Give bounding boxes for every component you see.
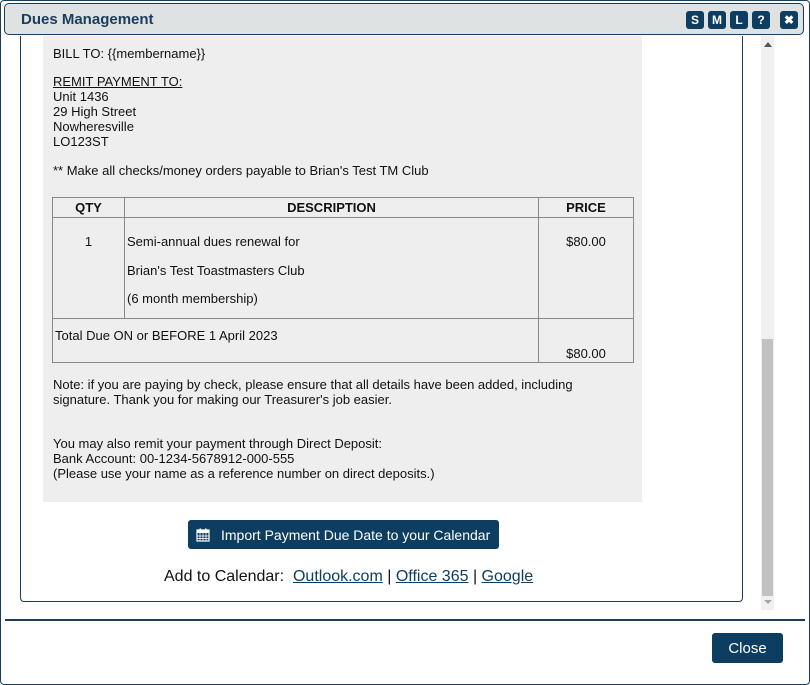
address-line: LO123ST [53, 134, 109, 149]
header-price: PRICE [538, 197, 634, 218]
total-row: Total Due ON or BEFORE 1 April 2023 $80.… [52, 318, 634, 363]
description-line: Semi-annual dues renewal for [127, 234, 300, 249]
scroll-up-arrow-icon[interactable] [764, 42, 772, 47]
payable-note: ** Make all checks/money orders payable … [53, 163, 429, 178]
check-note-line: signature. Thank you for making our Trea… [53, 392, 392, 407]
header-description: DESCRIPTION [124, 197, 539, 218]
row-price: $80.00 [538, 217, 634, 319]
close-button[interactable]: Close [712, 633, 783, 663]
table-header-row: QTY DESCRIPTION PRICE [52, 197, 634, 218]
address-line: Unit 1436 [53, 89, 109, 104]
description-line: Brian's Test Toastmasters Club [127, 262, 305, 278]
address-line: Nowheresville [53, 119, 134, 134]
link-separator: | [472, 568, 478, 585]
size-small-button[interactable]: S [686, 11, 704, 29]
size-medium-button[interactable]: M [708, 11, 726, 29]
link-separator: | [387, 568, 392, 585]
row-description: Semi-annual dues renewal for Brian's Tes… [124, 217, 539, 319]
scrollbar-thumb[interactable] [762, 339, 773, 596]
office365-link[interactable]: Office 365 [396, 568, 469, 585]
close-icon: ✖ [783, 13, 795, 27]
dialog-titlebar[interactable]: Dues Management S M L ? ✖ [4, 3, 804, 35]
check-note-line: Note: if you are paying by check, please… [53, 377, 573, 392]
header-qty: QTY [52, 197, 125, 218]
address-line: 29 High Street [53, 104, 137, 119]
google-link[interactable]: Google [482, 568, 534, 585]
add-to-calendar-label: Add to Calendar: [164, 568, 285, 585]
invoice-table: QTY DESCRIPTION PRICE 1 Semi-annual dues… [52, 197, 634, 363]
deposit-line: Bank Account: 00-1234-5678912-000-555 [53, 451, 295, 466]
add-to-calendar: Add to Calendar: Outlook.com | Office 36… [164, 568, 533, 586]
close-window-button[interactable]: ✖ [780, 11, 798, 29]
remit-heading: REMIT PAYMENT TO: [53, 74, 183, 89]
import-calendar-label: Import Payment Due Date to your Calendar [221, 526, 491, 543]
total-label: Total Due ON or BEFORE 1 April 2023 [52, 318, 539, 363]
help-button[interactable]: ? [752, 11, 770, 29]
row-qty: 1 [52, 217, 125, 319]
table-row: 1 Semi-annual dues renewal for Brian's T… [52, 217, 634, 319]
scroll-down-arrow-icon[interactable] [764, 600, 772, 604]
deposit-line: You may also remit your payment through … [53, 436, 383, 451]
dialog-title: Dues Management [21, 11, 154, 28]
bill-to: BILL TO: {{membername}} [53, 46, 206, 61]
window-controls: S M L ? ✖ [686, 11, 798, 29]
total-price: $80.00 [538, 318, 634, 363]
calendar-icon [196, 528, 210, 542]
deposit-line: (Please use your name as a reference num… [53, 466, 435, 481]
import-calendar-button[interactable]: Import Payment Due Date to your Calendar [188, 520, 499, 549]
size-large-button[interactable]: L [730, 11, 748, 29]
description-line: (6 month membership) [127, 291, 258, 306]
footer-divider [5, 619, 805, 621]
outlook-link[interactable]: Outlook.com [293, 568, 383, 585]
